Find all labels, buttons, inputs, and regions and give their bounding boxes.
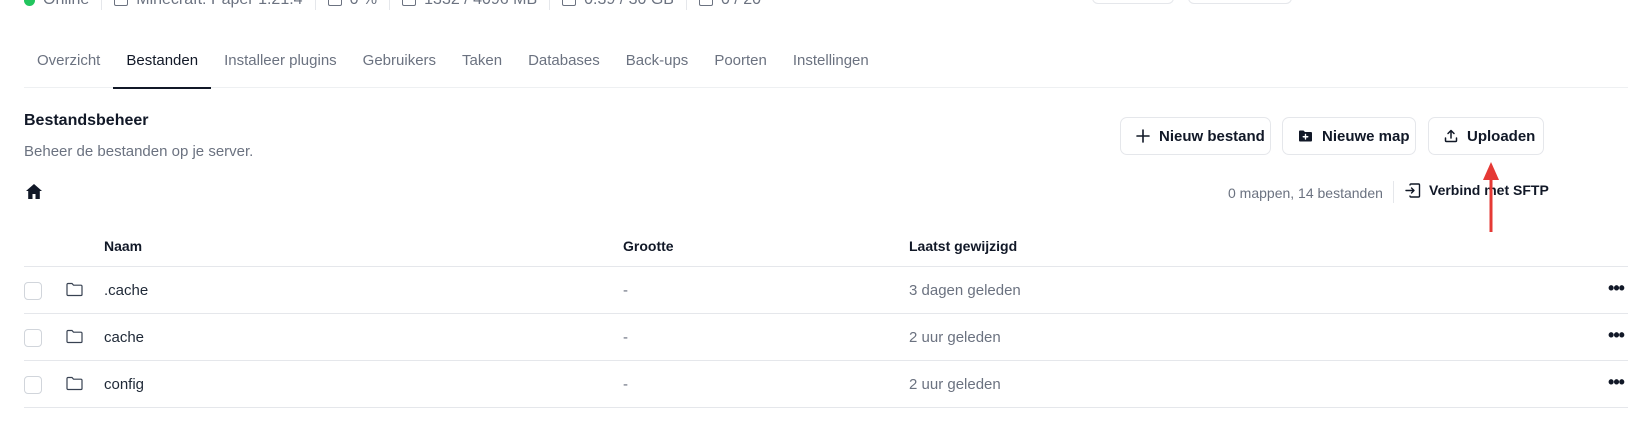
- file-size: -: [623, 329, 628, 346]
- server-tabs: Overzicht Bestanden Installeer plugins G…: [24, 42, 1628, 89]
- table-header: Naam Grootte Laatst gewijzigd: [24, 226, 1628, 267]
- upload-label: Uploaden: [1467, 127, 1536, 145]
- toolbar-divider: [1393, 181, 1394, 203]
- new-folder-label: Nieuwe map: [1322, 127, 1410, 145]
- header-button-1[interactable]: [1092, 0, 1174, 4]
- folder-icon: [66, 376, 83, 391]
- file-counts: 0 mappen, 14 bestanden: [1228, 185, 1383, 201]
- new-file-label: Nieuw bestand: [1159, 127, 1265, 145]
- more-options-icon[interactable]: •••: [1604, 276, 1628, 300]
- file-modified: 3 dagen geleden: [909, 282, 1021, 299]
- tab-instellingen[interactable]: Instellingen: [780, 42, 882, 88]
- online-dot-icon: [24, 0, 35, 6]
- tab-overzicht[interactable]: Overzicht: [24, 42, 113, 88]
- home-icon[interactable]: [25, 183, 43, 205]
- file-name[interactable]: .cache: [104, 282, 148, 299]
- status-disk: 0.39 / 30 GB: [549, 0, 686, 10]
- disk-icon: [562, 0, 577, 6]
- cpu-value: 0 %: [350, 0, 378, 9]
- tab-installeer-plugins[interactable]: Installeer plugins: [211, 42, 350, 88]
- annotation-arrow-icon: [1483, 162, 1499, 232]
- file-modified: 2 uur geleden: [909, 376, 1001, 393]
- tab-bestanden[interactable]: Bestanden: [113, 42, 211, 89]
- file-size: -: [623, 376, 628, 393]
- upload-icon: [1444, 129, 1458, 143]
- header-buttons: [1092, 0, 1292, 4]
- row-checkbox[interactable]: [24, 329, 42, 347]
- column-name[interactable]: Naam: [104, 238, 142, 254]
- folder-plus-icon: [1299, 130, 1312, 142]
- status-software: Minecraft: Paper 1.21.4: [101, 0, 314, 10]
- status-state: Online: [43, 0, 89, 9]
- file-size: -: [623, 282, 628, 299]
- file-name[interactable]: cache: [104, 329, 144, 346]
- row-checkbox[interactable]: [24, 376, 42, 394]
- status-cpu: 0 %: [314, 0, 390, 10]
- tab-poorten[interactable]: Poorten: [701, 42, 780, 88]
- status-memory: 1332 / 4096 MB: [389, 0, 549, 10]
- players-icon: [698, 0, 713, 6]
- column-modified[interactable]: Laatst gewijzigd: [909, 238, 1017, 254]
- file-table: Naam Grootte Laatst gewijzigd .cache - 3…: [24, 226, 1628, 408]
- plus-icon: [1136, 129, 1150, 143]
- tab-gebruikers[interactable]: Gebruikers: [350, 42, 449, 88]
- cpu-icon: [327, 0, 342, 6]
- file-modified: 2 uur geleden: [909, 329, 1001, 346]
- table-row[interactable]: cache - 2 uur geleden •••: [24, 314, 1628, 361]
- software-label: Minecraft: Paper 1.21.4: [136, 0, 302, 9]
- new-folder-button[interactable]: Nieuwe map: [1282, 117, 1416, 155]
- memory-icon: [402, 0, 417, 6]
- page-description: Beheer de bestanden op je server.: [24, 143, 254, 160]
- table-row[interactable]: .cache - 3 dagen geleden •••: [24, 267, 1628, 314]
- disk-value: 0.39 / 30 GB: [584, 0, 674, 9]
- folder-icon: [66, 329, 83, 344]
- server-status-bar: Online Minecraft: Paper 1.21.4 0 % 1332 …: [24, 0, 773, 10]
- upload-button[interactable]: Uploaden: [1428, 117, 1544, 155]
- memory-value: 1332 / 4096 MB: [424, 0, 537, 9]
- server-icon: [114, 0, 129, 6]
- file-name[interactable]: config: [104, 376, 144, 393]
- header-button-2[interactable]: [1188, 0, 1292, 4]
- row-checkbox[interactable]: [24, 282, 42, 300]
- more-options-icon[interactable]: •••: [1604, 370, 1628, 394]
- tab-taken[interactable]: Taken: [449, 42, 515, 88]
- status-online: Online: [24, 0, 101, 10]
- players-value: 0 / 20: [721, 0, 761, 9]
- tab-databases[interactable]: Databases: [515, 42, 613, 88]
- sftp-login-icon: [1405, 182, 1421, 198]
- table-row[interactable]: config - 2 uur geleden •••: [24, 361, 1628, 408]
- column-size[interactable]: Grootte: [623, 238, 674, 254]
- new-file-button[interactable]: Nieuw bestand: [1120, 117, 1271, 155]
- sftp-connect-button[interactable]: Verbind met SFTP: [1405, 182, 1549, 198]
- tab-back-ups[interactable]: Back-ups: [613, 42, 702, 88]
- status-players: 0 / 20: [685, 0, 773, 10]
- folder-icon: [66, 282, 83, 297]
- page-title: Bestandsbeheer: [24, 112, 149, 129]
- more-options-icon[interactable]: •••: [1604, 323, 1628, 347]
